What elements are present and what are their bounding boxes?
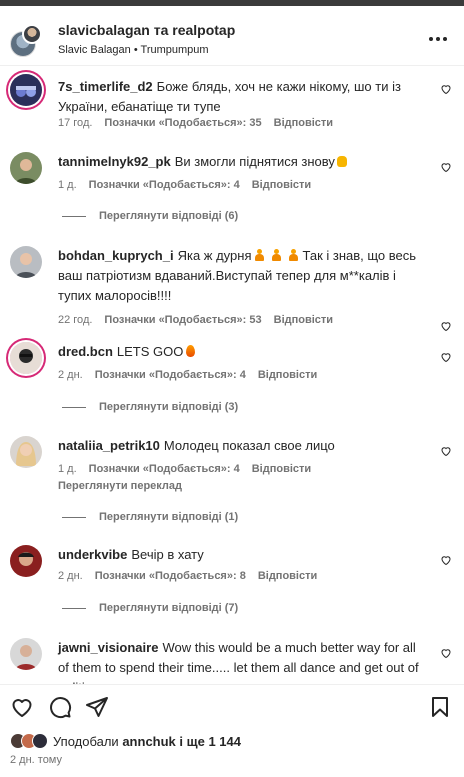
replies-divider — [62, 216, 86, 217]
replies-divider — [62, 407, 86, 408]
post-header: slavicbalagan та realpotap Slavic Balaga… — [0, 6, 464, 66]
comment-meta: 2 дн. Позначки «Подобається»: 8 Відповісти — [58, 570, 329, 582]
liked-by-text: Уподобали annchuk і ще 1 144 — [53, 733, 241, 749]
comment-time: 22 год. — [58, 314, 93, 326]
comment-username[interactable]: nataliia_petrik10 — [58, 438, 160, 453]
comment-time: 1 д. — [58, 179, 77, 191]
see-translation-button[interactable]: Переглянути переклад — [58, 480, 182, 492]
person-icon — [271, 249, 282, 261]
commenter-avatar[interactable] — [10, 638, 42, 670]
comment-username[interactable]: dred.bcn — [58, 344, 113, 359]
post-date: 2 дн. тому — [10, 754, 62, 766]
comment-likes[interactable]: Позначки «Подобається»: 4 — [95, 369, 246, 381]
bookmark-icon[interactable] — [428, 695, 452, 719]
liked-by-user[interactable]: annchuk — [122, 734, 175, 749]
comment-body: LETS GOO — [116, 344, 184, 359]
comment-username[interactable]: tannimelnyk92_pk — [58, 154, 171, 169]
comment-body: Яка ж дурня — [177, 248, 252, 263]
comment-meta: 2 дн. Позначки «Подобається»: 4 Відповісти — [58, 369, 329, 381]
comment-body: Ви змогли піднятися знову — [174, 154, 335, 169]
post-action-bar: Уподобали annchuk і ще 1 144 2 дн. тому — [0, 684, 464, 777]
like-comment-heart-icon[interactable] — [440, 161, 452, 173]
comment-time: 2 дн. — [58, 369, 83, 381]
comment-meta: 22 год. Позначки «Подобається»: 53 Відпові… — [58, 314, 345, 326]
comment-text: nataliia_petrik10 Молодец показал свое ли… — [58, 436, 428, 456]
like-comment-heart-icon[interactable] — [440, 647, 452, 659]
clapping-hands-icon — [336, 156, 347, 167]
like-comment-heart-icon[interactable] — [440, 351, 452, 363]
comment-username[interactable]: jawni_visionaire — [58, 640, 158, 655]
send-icon[interactable] — [85, 695, 109, 719]
like-comment-heart-icon[interactable] — [440, 320, 452, 332]
comment-body: Молодец показал свое лицо — [163, 438, 335, 453]
commenter-avatar[interactable] — [10, 342, 42, 374]
commenter-avatar[interactable] — [10, 545, 42, 577]
person-icon — [254, 249, 265, 261]
comment-text: 7s_timerlife_d2 Боже блядь, хоч не кажи н… — [58, 77, 428, 117]
view-replies-button[interactable]: Переглянути відповіді (1) — [99, 511, 238, 523]
more-horizontal-icon — [429, 37, 433, 41]
comment-time: 1 д. — [58, 463, 77, 475]
comment-meta: 17 год. Позначки «Подобається»: 35 Відпові… — [58, 117, 345, 129]
comment-time: 2 дн. — [58, 570, 83, 582]
comment-username[interactable]: 7s_timerlife_d2 — [58, 79, 153, 94]
comment-username[interactable]: bohdan_kuprych_i — [58, 248, 174, 263]
liked-by-count[interactable]: і ще 1 144 — [179, 734, 241, 749]
post-audio[interactable]: Slavic Balagan • Trumpumpum — [58, 44, 209, 56]
reply-button[interactable]: Відповісти — [252, 179, 311, 191]
heart-icon[interactable] — [10, 695, 34, 719]
comment-likes[interactable]: Позначки «Подобається»: 35 — [104, 117, 261, 129]
liked-by-row[interactable]: Уподобали annchuk і ще 1 144 — [10, 731, 241, 751]
reply-button[interactable]: Відповісти — [274, 314, 333, 326]
person-icon — [288, 249, 299, 261]
comment-likes[interactable]: Позначки «Подобається»: 53 — [104, 314, 261, 326]
commenter-avatar[interactable] — [10, 246, 42, 278]
fire-icon — [186, 345, 196, 357]
comment-likes[interactable]: Позначки «Подобається»: 4 — [89, 179, 240, 191]
view-replies-button[interactable]: Переглянути відповіді (7) — [99, 602, 238, 614]
like-comment-heart-icon[interactable] — [440, 83, 452, 95]
comment-meta: 1 д. Позначки «Подобається»: 4 Відповісти — [58, 463, 323, 475]
post-authors[interactable]: slavicbalagan та realpotap — [58, 22, 235, 38]
collaborator-avatar[interactable] — [22, 24, 42, 44]
comment-time: 17 год. — [58, 117, 93, 129]
commenter-avatar[interactable] — [10, 74, 42, 106]
comment-username[interactable]: underkvibe — [58, 547, 127, 562]
more-options-button[interactable] — [424, 30, 452, 48]
reply-button[interactable]: Відповісти — [258, 570, 317, 582]
commenter-avatar[interactable] — [10, 436, 42, 468]
reply-button[interactable]: Відповісти — [258, 369, 317, 381]
view-replies-button[interactable]: Переглянути відповіді (6) — [99, 210, 238, 222]
replies-divider — [62, 608, 86, 609]
reply-button[interactable]: Відповісти — [252, 463, 311, 475]
comments-list[interactable]: 7s_timerlife_d2 Боже блядь, хоч не кажи н… — [0, 66, 464, 684]
like-comment-heart-icon[interactable] — [440, 554, 452, 566]
comment-likes[interactable]: Позначки «Подобається»: 8 — [95, 570, 246, 582]
liker-avatar — [32, 733, 48, 749]
comment-text: jawni_visionaire Wow this would be a much… — [58, 638, 428, 684]
replies-divider — [62, 517, 86, 518]
comment-text: tannimelnyk92_pk Ви змогли піднятися знов… — [58, 152, 428, 172]
comment-text: dred.bcn LETS GOO — [58, 342, 428, 362]
comment-text: underkvibe Вечір в хату — [58, 545, 428, 565]
comment-body: Вечір в хату — [131, 547, 204, 562]
comment-icon[interactable] — [48, 695, 72, 719]
comment-likes[interactable]: Позначки «Подобається»: 4 — [89, 463, 240, 475]
like-comment-heart-icon[interactable] — [440, 445, 452, 457]
comment-text: bohdan_kuprych_i Яка ж дурня Так і знав, щ… — [58, 246, 428, 306]
view-replies-button[interactable]: Переглянути відповіді (3) — [99, 401, 238, 413]
comment-meta: 1 д. Позначки «Подобається»: 4 Відповісти — [58, 179, 323, 191]
reply-button[interactable]: Відповісти — [274, 117, 333, 129]
commenter-avatar[interactable] — [10, 152, 42, 184]
